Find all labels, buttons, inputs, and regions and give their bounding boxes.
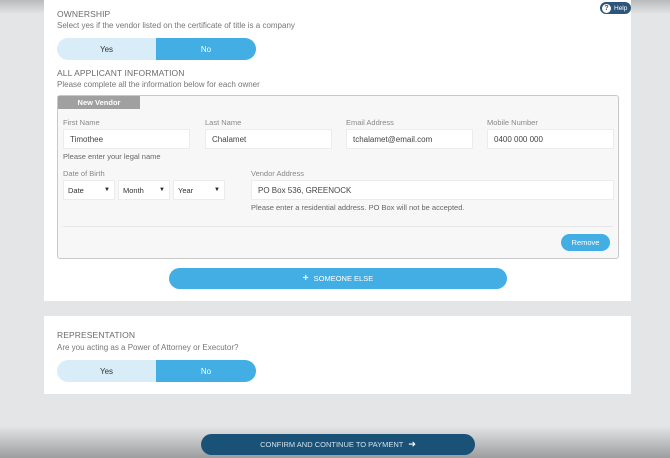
- confirm-label: CONFIRM AND CONTINUE TO PAYMENT: [260, 440, 404, 449]
- representation-title: REPRESENTATION: [57, 330, 136, 340]
- dob-year-value: Year: [178, 185, 194, 195]
- confirm-and-continue-button[interactable]: CONFIRM AND CONTINUE TO PAYMENT ➔: [201, 434, 475, 455]
- ownership-toggle: Yes No: [57, 38, 256, 60]
- help-label: Help: [614, 4, 628, 12]
- representation-subtitle: Are you acting as a Power of Attorney or…: [57, 343, 239, 352]
- representation-card: [44, 316, 631, 394]
- ownership-no-option[interactable]: No: [156, 38, 256, 60]
- email-field[interactable]: tchalamet@email.com: [346, 129, 473, 149]
- first-name-label: First Name: [63, 118, 100, 127]
- ownership-yes-option[interactable]: Yes: [57, 38, 156, 60]
- applicant-info-title: ALL APPLICANT INFORMATION: [57, 68, 185, 78]
- email-label: Email Address: [346, 118, 394, 127]
- vendor-divider: [63, 226, 613, 227]
- help-icon: ?: [602, 3, 611, 13]
- remove-vendor-button[interactable]: Remove: [561, 234, 610, 251]
- dob-month-caret-icon: ▼: [159, 187, 165, 193]
- vendor-address-hint: Please enter a residential address. PO B…: [251, 203, 465, 212]
- dob-month-value: Month: [123, 185, 144, 195]
- vendor-address-label: Vendor Address: [251, 169, 304, 178]
- dob-date-value: Date: [68, 185, 84, 195]
- dob-label: Date of Birth: [63, 169, 105, 178]
- ownership-title: OWNERSHIP: [57, 9, 111, 19]
- arrow-right-icon: ➔: [408, 439, 416, 449]
- dob-month-select[interactable]: Month ▼: [118, 180, 170, 200]
- ownership-subtitle: Select yes if the vendor listed on the c…: [57, 21, 295, 30]
- applicant-info-subtitle: Please complete all the information belo…: [57, 80, 260, 89]
- last-name-field[interactable]: Chalamet: [205, 129, 332, 149]
- mobile-field[interactable]: 0400 000 000: [487, 129, 614, 149]
- mobile-label: Mobile Number: [487, 118, 538, 127]
- plus-icon: +: [302, 273, 309, 284]
- help-button[interactable]: ? Help: [600, 2, 631, 14]
- vendor-address-field[interactable]: PO Box 536, GREENOCK: [251, 180, 614, 200]
- add-someone-else-button[interactable]: + SOMEONE ELSE: [169, 268, 507, 289]
- vendor-panel: New Vendor First Name Timothee Please en…: [57, 95, 619, 259]
- last-name-label: Last Name: [205, 118, 242, 127]
- representation-toggle: Yes No: [57, 360, 256, 382]
- vendor-tab: New Vendor: [58, 96, 140, 109]
- dob-year-caret-icon: ▼: [214, 187, 220, 193]
- first-name-field[interactable]: Timothee: [63, 129, 190, 149]
- representation-yes-option[interactable]: Yes: [57, 360, 156, 382]
- dob-year-select[interactable]: Year ▼: [173, 180, 225, 200]
- representation-no-option[interactable]: No: [156, 360, 256, 382]
- first-name-hint: Please enter your legal name: [63, 152, 161, 161]
- dob-date-caret-icon: ▼: [104, 187, 110, 193]
- dob-date-select[interactable]: Date ▼: [63, 180, 115, 200]
- someone-else-label: SOMEONE ELSE: [313, 274, 374, 283]
